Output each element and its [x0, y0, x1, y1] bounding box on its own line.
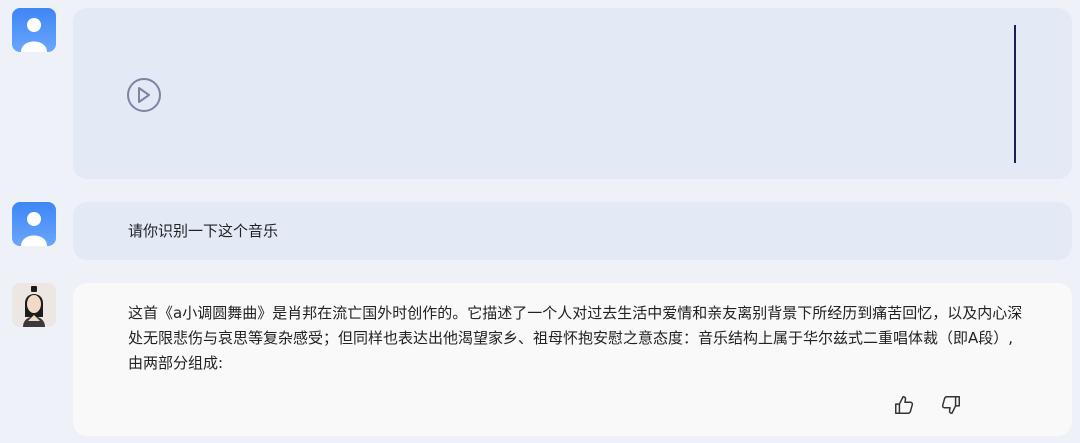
user-avatar	[12, 202, 56, 246]
user-avatar	[12, 8, 56, 52]
assistant-avatar	[12, 283, 56, 327]
thumbs-up-icon[interactable]	[893, 394, 915, 416]
audio-playhead	[1014, 25, 1016, 163]
assistant-message-text: 这首《a小调圆舞曲》是肖邦在流亡国外时创作的。它描述了一个人对过去生活中爱情和亲…	[128, 304, 1023, 372]
audio-message	[73, 8, 1072, 179]
play-circle-icon[interactable]	[127, 78, 161, 112]
thumbs-down-icon[interactable]	[940, 394, 962, 416]
user-message: 请你识别一下这个音乐	[73, 202, 1072, 260]
user-message-text: 请你识别一下这个音乐	[128, 222, 279, 240]
assistant-message: 这首《a小调圆舞曲》是肖邦在流亡国外时创作的。它描述了一个人对过去生活中爱情和亲…	[73, 283, 1072, 436]
